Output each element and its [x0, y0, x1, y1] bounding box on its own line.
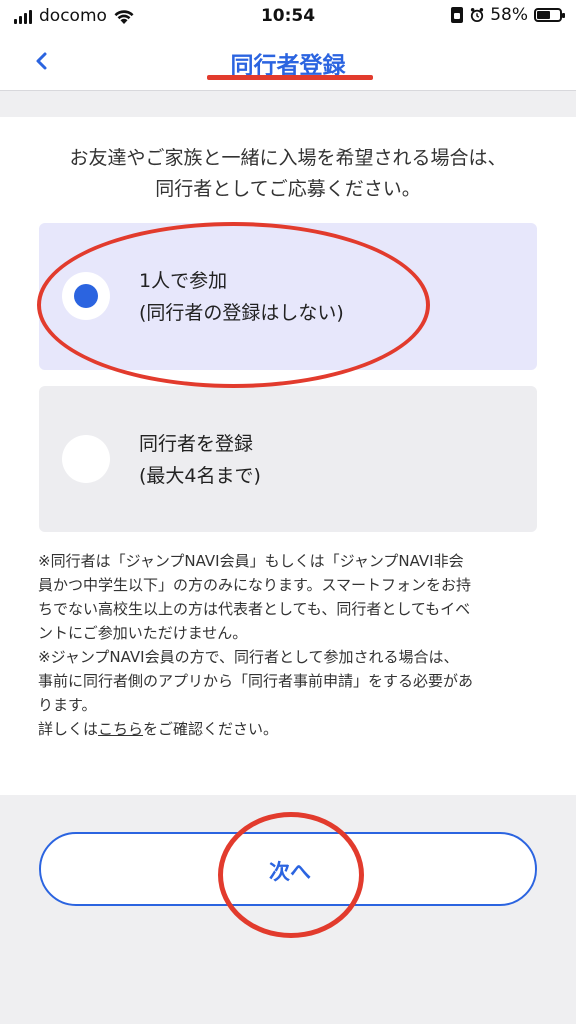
note-text: ※同行者は「ジャンプNAVI会員」もしくは「ジャンプNAVI非会 員かつ中学生以… [38, 549, 544, 741]
note-line: 員かつ中学生以下」の方のみになります。スマートフォンをお持 [38, 576, 472, 594]
note-line: 事前に同行者側のアプリから「同行者事前申請」をする必要があ [38, 672, 474, 690]
option-subtitle: (最大4名まで) [139, 465, 261, 487]
battery-level [537, 11, 550, 19]
note-details-line: 詳しくはこちらをご確認ください。 [38, 717, 544, 741]
content-card: お友達やご家族と一緒に入場を希望される場合は、 同行者としてご応募ください。 1… [0, 117, 576, 795]
note-line: ちでない高校生以上の方は代表者としても、同行者としてもイベ [38, 600, 471, 618]
radio-dot [74, 284, 98, 308]
next-button-label: 次へ [269, 860, 311, 884]
option-subtitle: (同行者の登録はしない) [139, 302, 344, 324]
intro-line-1: お友達やご家族と一緒に入場を希望される場合は、 [69, 147, 507, 169]
option-register-companion[interactable]: 同行者を登録 (最大4名まで) [39, 386, 537, 532]
status-right: 58% [450, 5, 565, 25]
option-label: 同行者を登録 (最大4名まで) [139, 428, 261, 492]
note-line: ※同行者は「ジャンプNAVI会員」もしくは「ジャンプNAVI非会 [38, 552, 464, 570]
note-line: ※ジャンプNAVI会員の方で、同行者として参加される場合は、 [38, 648, 459, 666]
radio-unselected[interactable] [62, 435, 110, 483]
next-button[interactable]: 次へ [39, 832, 537, 906]
details-suffix: をご確認ください。 [143, 720, 279, 738]
alarm-icon [471, 8, 484, 22]
battery-icon [534, 8, 565, 22]
option-label: 1人で参加 (同行者の登録はしない) [139, 265, 344, 329]
option-join-alone[interactable]: 1人で参加 (同行者の登録はしない) [39, 223, 537, 370]
title-annotation-underline [207, 75, 373, 80]
option-title: 1人で参加 [139, 270, 228, 292]
details-prefix: 詳しくは [38, 720, 99, 738]
option-title: 同行者を登録 [139, 433, 254, 455]
intro-text: お友達やご家族と一緒に入場を希望される場合は、 同行者としてご応募ください。 [20, 143, 556, 205]
intro-line-2: 同行者としてご応募ください。 [155, 178, 421, 200]
note-line: ります。 [38, 696, 97, 714]
battery-percent: 58% [490, 5, 528, 25]
details-link[interactable]: こちら [98, 720, 143, 738]
lock-rotation-icon [451, 7, 464, 23]
navigation-bar: 同行者登録 [0, 34, 576, 91]
status-bar: docomo 10:54 58% [0, 0, 576, 34]
note-line: ントにご参加いただけません。 [38, 624, 248, 642]
radio-selected[interactable] [62, 272, 110, 320]
